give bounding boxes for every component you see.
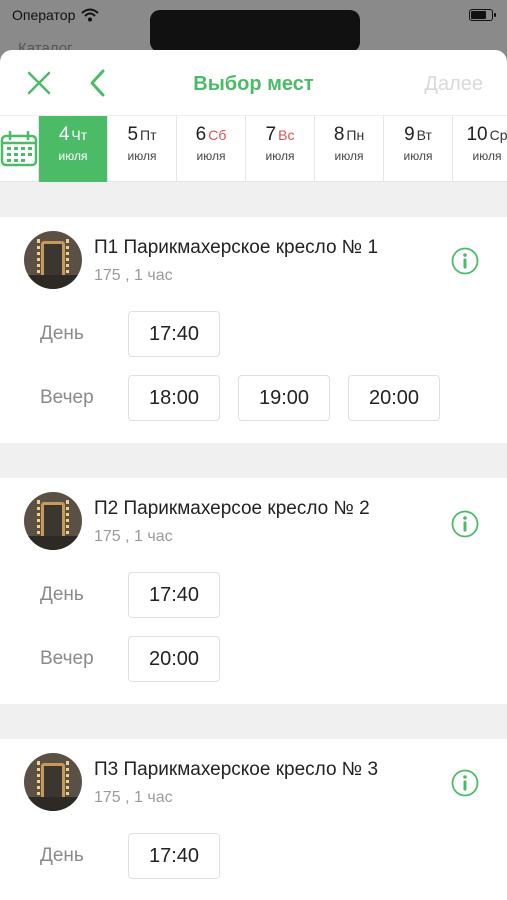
date-month: июля xyxy=(334,149,364,163)
date-month: июля xyxy=(58,149,88,163)
calendar-button[interactable] xyxy=(0,116,39,182)
resource-list: П1 Парикмахерское кресло № 1 175 , 1 час Д… xyxy=(0,182,507,900)
time-slot-row: Вечер 20:00 xyxy=(0,636,507,682)
section-divider xyxy=(0,182,507,217)
resource-photo xyxy=(24,492,82,550)
date-day: 6 xyxy=(195,124,207,145)
resource-subtitle: 175 , 1 час xyxy=(94,528,173,545)
background-logo xyxy=(150,10,360,52)
date-weekday: Ср xyxy=(489,127,507,143)
resource-photo xyxy=(24,231,82,289)
time-slot-button[interactable]: 20:00 xyxy=(128,636,220,682)
date-month: июля xyxy=(196,149,226,163)
time-period-label: Вечер xyxy=(40,648,94,669)
section-divider xyxy=(0,704,507,739)
calendar-icon xyxy=(0,131,38,167)
time-slot-button[interactable]: 17:40 xyxy=(128,572,220,618)
time-slot-row: День 17:40 xyxy=(0,833,507,879)
seat-selection-sheet: Выбор мест Далее 4 Чт июля 5 Пт июля 6 Сб июля 7 В… xyxy=(0,50,507,900)
time-slot-button[interactable]: 19:00 xyxy=(238,375,330,421)
time-period-label: День xyxy=(40,845,84,866)
resource-card: П1 Парикмахерское кресло № 1 175 , 1 час Д… xyxy=(0,217,507,443)
date-weekday: Пт xyxy=(140,127,157,143)
time-slot-row: День 17:40 xyxy=(0,311,507,357)
date-month: июля xyxy=(127,149,157,163)
resource-subtitle: 175 , 1 час xyxy=(94,267,173,284)
info-icon[interactable] xyxy=(451,247,479,275)
date-day: 5 xyxy=(127,124,139,145)
time-slot-button[interactable]: 20:00 xyxy=(348,375,440,421)
date-day: 9 xyxy=(404,124,415,145)
time-slot-button[interactable]: 18:00 xyxy=(128,375,220,421)
date-option[interactable]: 10 Ср июля xyxy=(453,116,507,182)
date-weekday: Пн xyxy=(346,127,365,143)
resource-card: П2 Парикмахерсое кресло № 2 175 , 1 час Де… xyxy=(0,478,507,704)
resource-card: П3 Парикмахерское кресло № 3 175 , 1 час Д… xyxy=(0,739,507,900)
date-weekday: Чт xyxy=(71,127,88,143)
time-slot-row: День 17:40 xyxy=(0,572,507,618)
resource-title: П1 Парикмахерское кресло № 1 xyxy=(94,237,379,258)
carrier-name: Оператор xyxy=(12,7,76,23)
time-slot-button[interactable]: 17:40 xyxy=(128,311,220,357)
time-period-label: День xyxy=(40,584,84,605)
date-picker-strip: 4 Чт июля 5 Пт июля 6 Сб июля 7 Вс июля 8 Пн июля 9 Вт ию… xyxy=(0,116,507,182)
date-option[interactable]: 4 Чт июля xyxy=(39,116,108,182)
time-slot-row: Вечер 18:00 19:00 20:00 xyxy=(0,375,507,421)
date-weekday: Сб xyxy=(208,127,227,143)
date-month: июля xyxy=(472,149,502,163)
resource-title: П3 Парикмахерское кресло № 3 xyxy=(94,759,379,780)
info-icon[interactable] xyxy=(451,510,479,538)
date-option[interactable]: 9 Вт июля xyxy=(384,116,453,182)
date-month: июля xyxy=(403,149,433,163)
date-day: 10 xyxy=(466,124,488,145)
time-period-label: День xyxy=(40,323,84,344)
date-option[interactable]: 7 Вс июля xyxy=(246,116,315,182)
nav-bar: Выбор мест Далее xyxy=(0,50,507,116)
date-month: июля xyxy=(265,149,295,163)
next-button[interactable]: Далее xyxy=(424,73,483,96)
time-slot-button[interactable]: 17:40 xyxy=(128,833,220,879)
date-option[interactable]: 6 Сб июля xyxy=(177,116,246,182)
resource-photo xyxy=(24,753,82,811)
resource-subtitle: 175 , 1 час xyxy=(94,789,173,806)
date-day: 7 xyxy=(265,124,277,145)
resource-title: П2 Парикмахерсое кресло № 2 xyxy=(94,498,370,519)
wifi-icon xyxy=(81,8,100,22)
date-weekday: Вт xyxy=(416,127,432,143)
section-divider xyxy=(0,443,507,478)
info-icon[interactable] xyxy=(451,769,479,797)
battery-icon xyxy=(469,9,496,21)
date-weekday: Вс xyxy=(278,127,295,143)
date-day: 8 xyxy=(333,124,345,145)
date-day: 4 xyxy=(58,124,70,145)
date-option[interactable]: 5 Пт июля xyxy=(108,116,177,182)
date-option[interactable]: 8 Пн июля xyxy=(315,116,384,182)
time-period-label: Вечер xyxy=(40,387,94,408)
